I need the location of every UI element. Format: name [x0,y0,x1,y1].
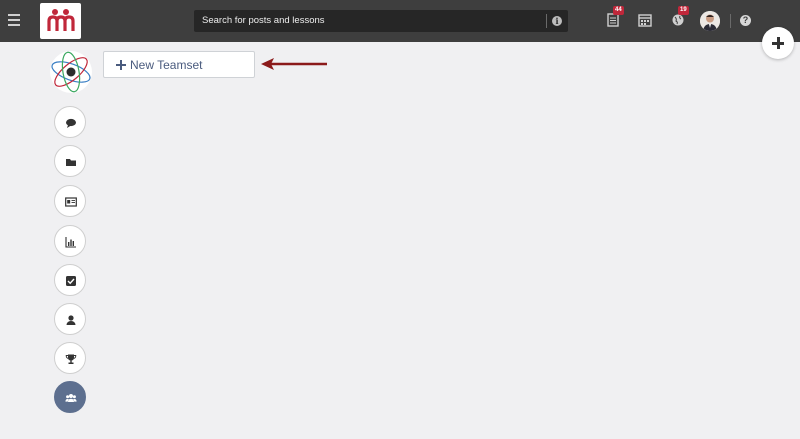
new-teamset-label: New Teamset [130,58,203,72]
id-card-icon [65,197,77,207]
comment-icon [66,118,76,128]
sidebar-item-reports[interactable] [54,225,86,257]
search-divider [546,14,547,28]
sidebar-item-achievements[interactable] [54,342,86,374]
topbar-divider [730,14,731,28]
bar-chart-icon [65,237,76,248]
user-icon [66,315,76,325]
new-teamset-button[interactable]: New Teamset [103,51,255,78]
folder-icon [66,159,76,166]
users-icon [65,394,77,402]
posts-badge: 44 [613,6,624,15]
help-icon[interactable]: ? [740,15,751,26]
avatar-image [700,11,720,31]
menu-icon[interactable] [8,14,20,26]
checkbox-icon [66,276,76,286]
notifications-global[interactable]: 19 [671,6,689,27]
logo-mark-icon [47,9,75,31]
sidebar-item-comments[interactable] [54,106,86,138]
search-input[interactable]: Search for posts and lessons [202,15,325,26]
sidebar-item-profile-card[interactable] [54,185,86,217]
top-bar: Search for posts and lessons i 44 19 ? [0,0,800,42]
sidebar-item-tasks[interactable] [54,264,86,296]
add-button[interactable] [762,27,794,59]
plus-icon [116,60,126,70]
globe-icon [672,14,684,26]
search-bar[interactable]: Search for posts and lessons i [194,10,568,32]
app-logo[interactable] [40,3,81,39]
annotation-arrow-icon [261,58,327,70]
user-avatar[interactable] [700,11,720,31]
document-icon [607,13,619,27]
sidebar-item-teams[interactable] [54,381,86,413]
notifications-posts[interactable]: 44 [606,6,624,27]
info-icon[interactable]: i [552,16,562,26]
notifications-calendar[interactable] [638,13,652,27]
sidebar-item-user[interactable] [54,303,86,335]
trophy-icon [65,354,77,364]
calendar-icon [638,14,652,27]
group-logo-icon [50,51,92,93]
sidebar-item-folders[interactable] [54,145,86,177]
global-badge: 19 [678,6,689,15]
